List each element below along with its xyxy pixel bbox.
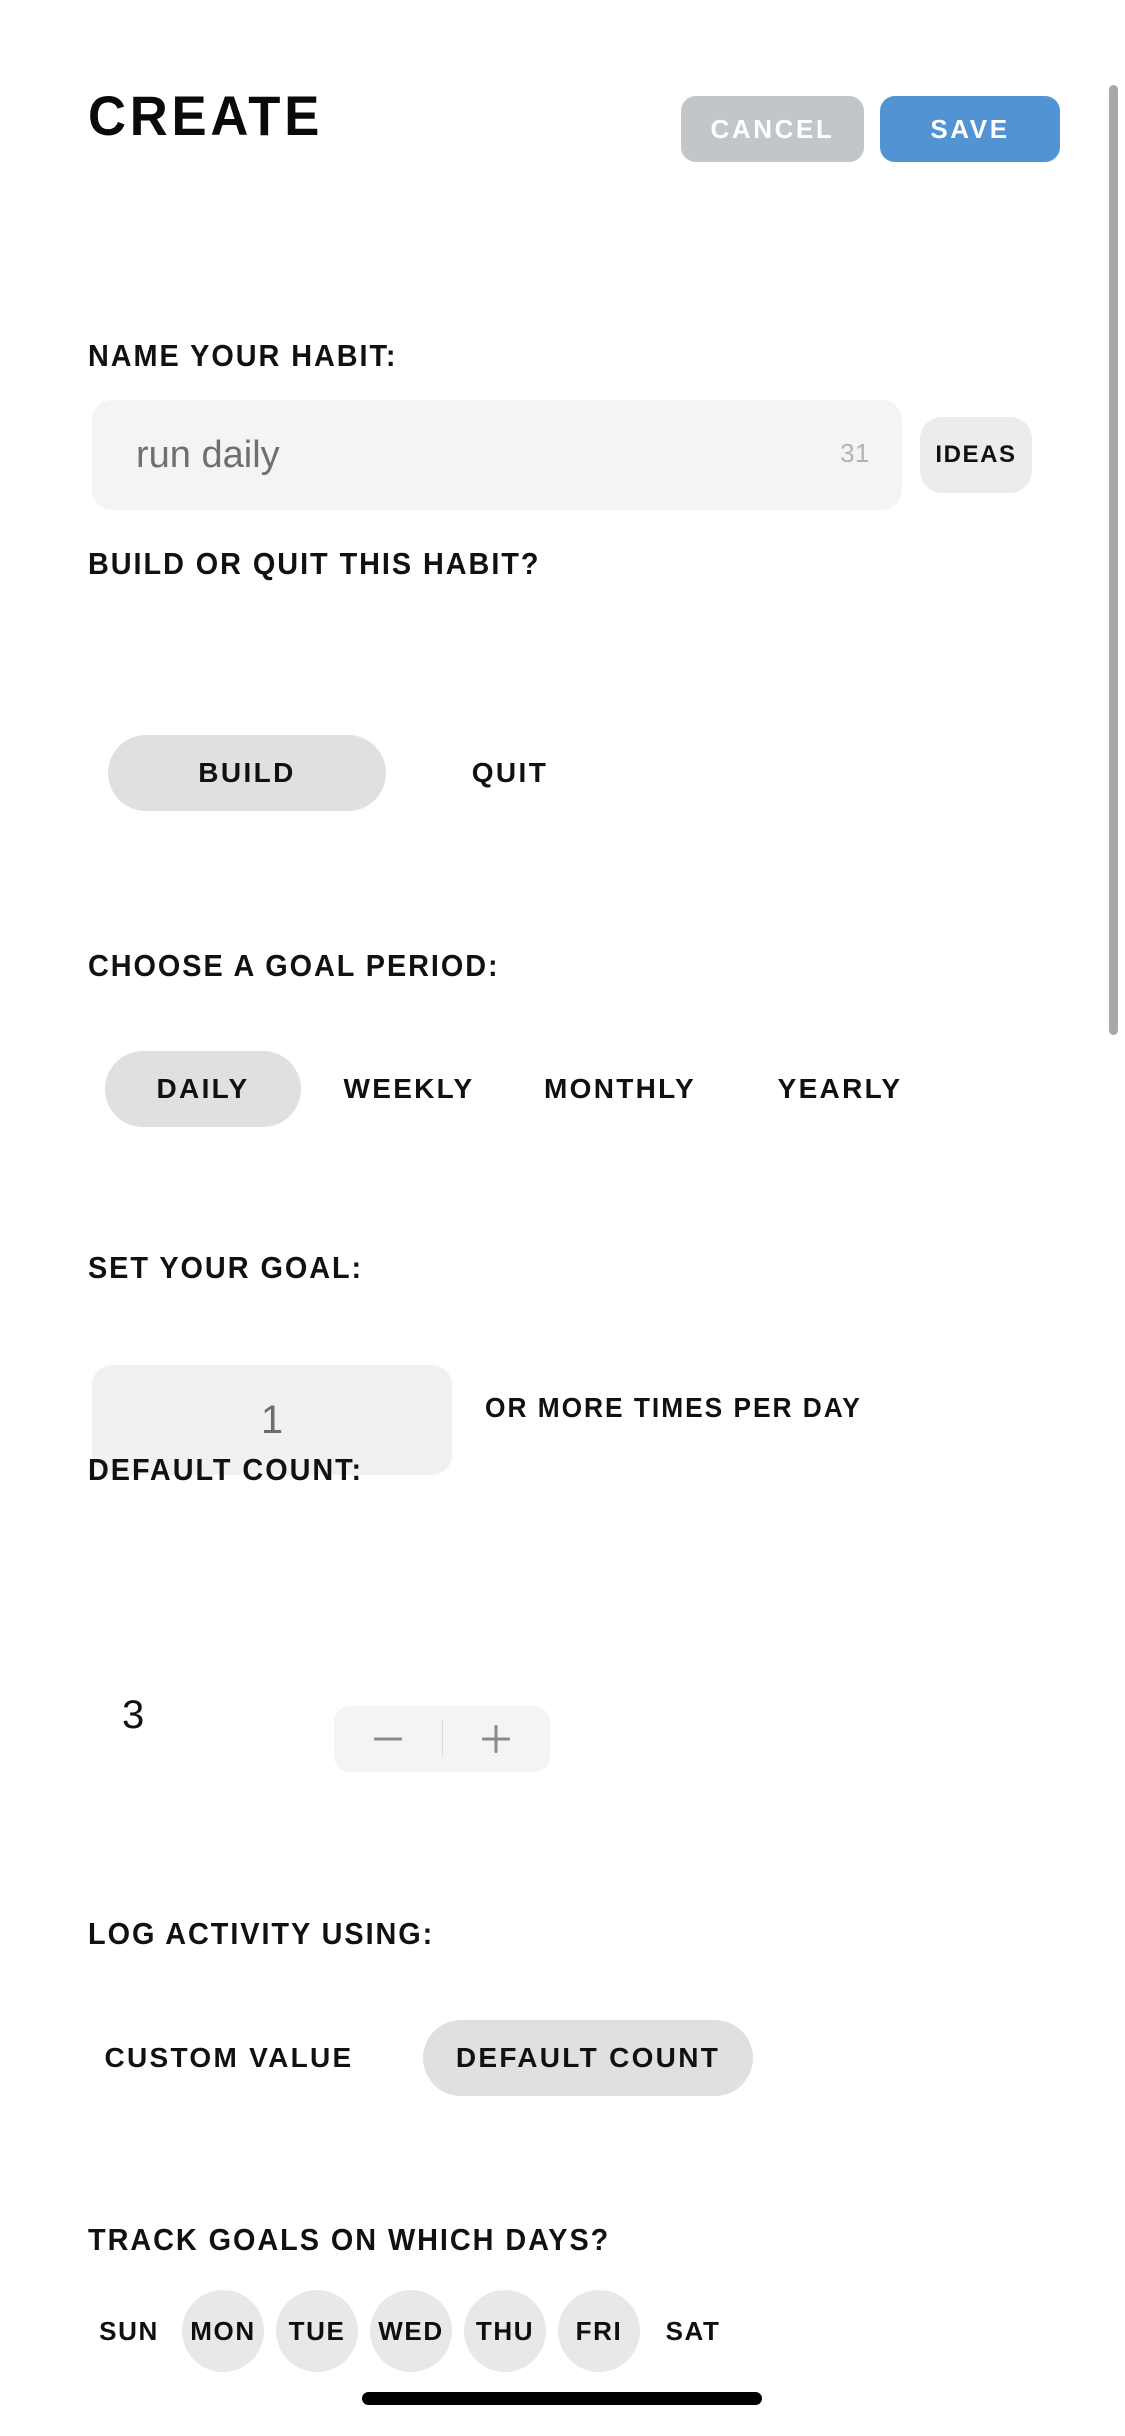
track-days-label: TRACK GOALS ON WHICH DAYS? [88, 2222, 611, 2257]
cancel-button[interactable]: CANCEL [681, 96, 864, 162]
scrollbar-thumb[interactable] [1109, 85, 1118, 1035]
habit-name-input[interactable] [136, 400, 776, 510]
log-activity-default-count[interactable]: DEFAULT COUNT [423, 2020, 753, 2096]
create-habit-screen: CREATE CANCEL SAVE NAME YOUR HABIT: 31 I… [0, 0, 1125, 2436]
increment-button[interactable] [443, 1706, 551, 1772]
day-chip-sat[interactable]: SAT [652, 2290, 734, 2372]
day-chip-mon[interactable]: MON [182, 2290, 264, 2372]
save-button[interactable]: SAVE [880, 96, 1060, 162]
set-goal-label: SET YOUR GOAL: [88, 1250, 364, 1285]
scrollbar-track[interactable] [1109, 80, 1118, 2350]
goal-period-weekly[interactable]: WEEKLY [320, 1051, 498, 1127]
goal-period-yearly[interactable]: YEARLY [750, 1051, 930, 1127]
default-count-label: DEFAULT COUNT: [88, 1452, 364, 1487]
goal-period-label: CHOOSE A GOAL PERIOD: [88, 948, 500, 983]
goal-period-monthly[interactable]: MONTHLY [512, 1051, 728, 1127]
goal-unit-label: OR MORE TIMES PER DAY [485, 1392, 862, 1423]
character-counter: 31 [840, 438, 870, 468]
name-habit-label: NAME YOUR HABIT: [88, 338, 398, 373]
decrement-button[interactable] [334, 1706, 442, 1772]
day-chip-sun[interactable]: SUN [88, 2290, 170, 2372]
minus-icon [373, 1737, 402, 1741]
home-indicator [362, 2392, 762, 2405]
default-count-stepper[interactable] [334, 1706, 550, 1772]
goal-period-daily[interactable]: DAILY [105, 1051, 301, 1127]
log-activity-custom-value[interactable]: CUSTOM VALUE [90, 2020, 368, 2096]
log-activity-label: LOG ACTIVITY USING: [88, 1916, 435, 1951]
day-selector: SUN MON TUE WED THU FRI SAT [88, 2286, 1048, 2376]
day-chip-fri[interactable]: FRI [558, 2290, 640, 2372]
habit-name-field[interactable]: 31 [92, 400, 902, 510]
ideas-button[interactable]: IDEAS [920, 417, 1032, 493]
plus-icon-vertical [494, 1725, 498, 1753]
quit-option[interactable]: QUIT [430, 735, 590, 811]
build-option[interactable]: BUILD [108, 735, 386, 811]
page-title: CREATE [88, 84, 324, 147]
day-chip-tue[interactable]: TUE [276, 2290, 358, 2372]
default-count-value: 3 [122, 1693, 145, 1737]
screen-header: CREATE CANCEL SAVE [0, 0, 1125, 180]
day-chip-thu[interactable]: THU [464, 2290, 546, 2372]
build-or-quit-label: BUILD OR QUIT THIS HABIT? [88, 546, 541, 581]
day-chip-wed[interactable]: WED [370, 2290, 452, 2372]
